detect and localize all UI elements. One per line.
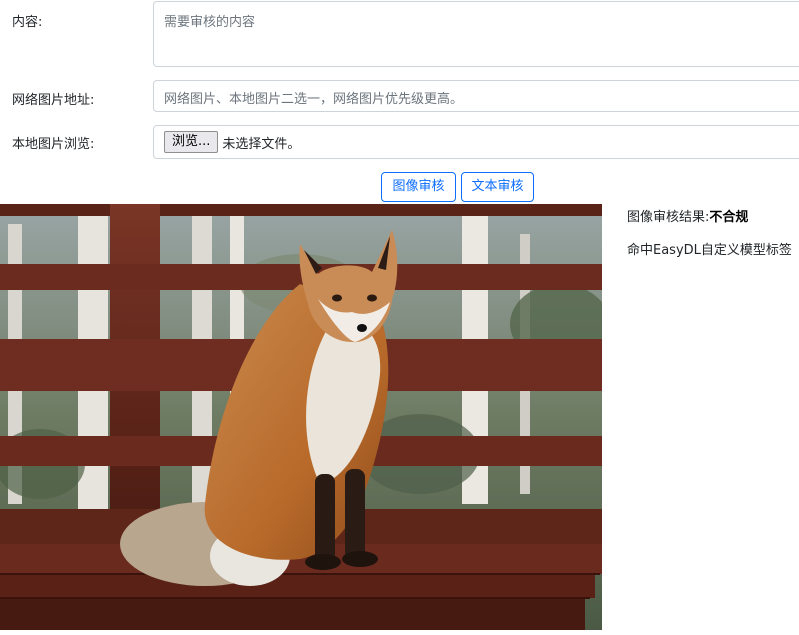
uploaded-image-preview [0,204,602,630]
image-url-label: 网络图片地址: [12,93,95,108]
review-result: 图像审核结果:不合规 [627,206,748,225]
file-input[interactable]: 浏览... 未选择文件。 [153,125,799,159]
browse-button[interactable]: 浏览... [164,131,219,153]
text-review-button[interactable]: 文本审核 [461,172,534,202]
image-url-input[interactable]: 网络图片、本地图片二选一，网络图片优先级更高。 [153,80,799,112]
result-label: 图像审核结果: [627,210,710,225]
file-status-text: 未选择文件。 [222,136,301,152]
image-review-button[interactable]: 图像审核 [381,172,456,202]
local-image-label: 本地图片浏览: [12,137,95,152]
fox-photo [0,204,602,630]
content-label: 内容: [12,15,43,30]
result-detail: 命中EasyDL自定义模型标签 [627,243,792,258]
content-textarea[interactable]: 需要审核的内容 [153,1,799,67]
result-value: 不合规 [709,210,749,225]
